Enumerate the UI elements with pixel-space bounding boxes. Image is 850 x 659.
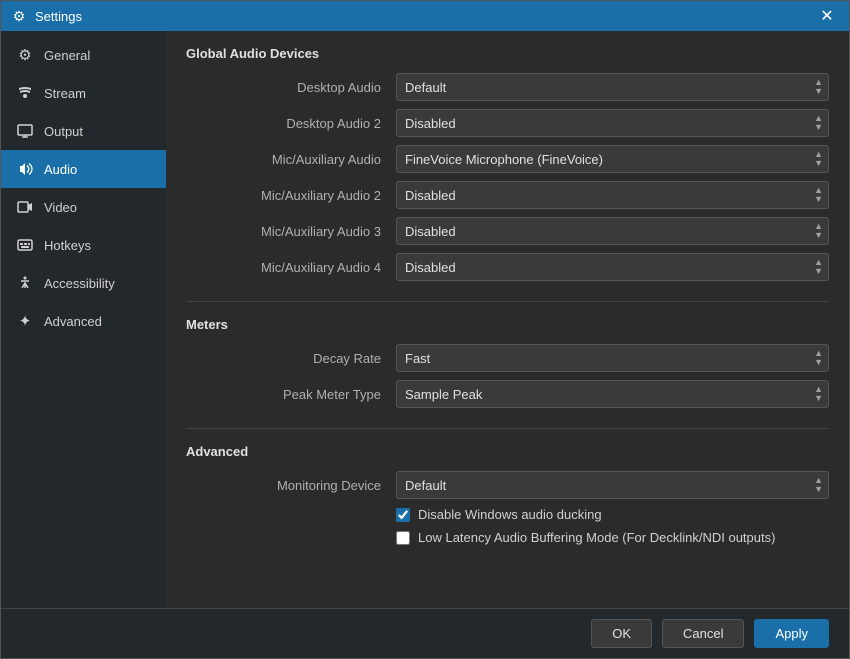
- desktop-audio-select-wrapper: Default Disabled ▲▼: [396, 73, 829, 101]
- title-bar-left: ⚙ Settings: [11, 8, 82, 24]
- audio-icon: [16, 160, 34, 178]
- sidebar-item-accessibility[interactable]: Accessibility: [1, 264, 166, 302]
- peak-meter-row: Peak Meter Type Sample Peak True Peak ▲▼: [186, 380, 829, 408]
- disable-ducking-checkbox[interactable]: [396, 508, 410, 522]
- apply-button[interactable]: Apply: [754, 619, 829, 648]
- decay-rate-select-wrapper: Fast Medium Slow ▲▼: [396, 344, 829, 372]
- mic-audio3-row: Mic/Auxiliary Audio 3 Disabled Default ▲…: [186, 217, 829, 245]
- sidebar-label-audio: Audio: [44, 162, 77, 177]
- advanced-section: Advanced Monitoring Device Default ▲▼: [186, 444, 829, 545]
- disable-ducking-label[interactable]: Disable Windows audio ducking: [418, 507, 602, 522]
- sidebar-item-stream[interactable]: Stream: [1, 74, 166, 112]
- desktop-audio2-select[interactable]: Disabled Default: [396, 109, 829, 137]
- desktop-audio-row: Desktop Audio Default Disabled ▲▼: [186, 73, 829, 101]
- sidebar-label-accessibility: Accessibility: [44, 276, 115, 291]
- mic-audio-select[interactable]: FineVoice Microphone (FineVoice) Disable…: [396, 145, 829, 173]
- monitoring-device-select[interactable]: Default: [396, 471, 829, 499]
- sidebar-label-advanced: Advanced: [44, 314, 102, 329]
- main-content: ⚙ General Stream: [1, 31, 849, 608]
- mic-audio3-select-wrapper: Disabled Default ▲▼: [396, 217, 829, 245]
- sidebar-label-hotkeys: Hotkeys: [44, 238, 91, 253]
- decay-rate-label: Decay Rate: [186, 351, 396, 366]
- global-audio-title: Global Audio Devices: [186, 46, 829, 61]
- mic-audio3-select[interactable]: Disabled Default: [396, 217, 829, 245]
- low-latency-label[interactable]: Low Latency Audio Buffering Mode (For De…: [418, 530, 775, 545]
- peak-meter-select[interactable]: Sample Peak True Peak: [396, 380, 829, 408]
- low-latency-row: Low Latency Audio Buffering Mode (For De…: [186, 530, 829, 545]
- settings-window: ⚙ Settings ✕ ⚙ General Stream: [0, 0, 850, 659]
- divider-2: [186, 428, 829, 429]
- peak-meter-label: Peak Meter Type: [186, 387, 396, 402]
- monitoring-device-label: Monitoring Device: [186, 478, 396, 493]
- output-icon: [16, 122, 34, 140]
- mic-audio2-row: Mic/Auxiliary Audio 2 Disabled Default ▲…: [186, 181, 829, 209]
- peak-meter-select-wrapper: Sample Peak True Peak ▲▼: [396, 380, 829, 408]
- settings-title-icon: ⚙: [11, 8, 27, 24]
- decay-rate-select[interactable]: Fast Medium Slow: [396, 344, 829, 372]
- monitoring-device-select-wrapper: Default ▲▼: [396, 471, 829, 499]
- desktop-audio-label: Desktop Audio: [186, 80, 396, 95]
- mic-audio2-select[interactable]: Disabled Default: [396, 181, 829, 209]
- video-icon: [16, 198, 34, 216]
- sidebar-item-audio[interactable]: Audio: [1, 150, 166, 188]
- desktop-audio2-label: Desktop Audio 2: [186, 116, 396, 131]
- sidebar-item-output[interactable]: Output: [1, 112, 166, 150]
- stream-icon: [16, 84, 34, 102]
- cancel-button[interactable]: Cancel: [662, 619, 744, 648]
- sidebar-item-hotkeys[interactable]: Hotkeys: [1, 226, 166, 264]
- sidebar-item-advanced[interactable]: ✦ Advanced: [1, 302, 166, 340]
- general-icon: ⚙: [16, 46, 34, 64]
- meters-section: Meters Decay Rate Fast Medium Slow ▲▼: [186, 317, 829, 408]
- footer: OK Cancel Apply: [1, 608, 849, 658]
- sidebar-label-video: Video: [44, 200, 77, 215]
- mic-audio3-label: Mic/Auxiliary Audio 3: [186, 224, 396, 239]
- mic-audio-select-wrapper: FineVoice Microphone (FineVoice) Disable…: [396, 145, 829, 173]
- mic-audio4-select[interactable]: Disabled Default: [396, 253, 829, 281]
- mic-audio4-select-wrapper: Disabled Default ▲▼: [396, 253, 829, 281]
- global-audio-section: Global Audio Devices Desktop Audio Defau…: [186, 46, 829, 281]
- sidebar: ⚙ General Stream: [1, 31, 166, 608]
- mic-audio4-row: Mic/Auxiliary Audio 4 Disabled Default ▲…: [186, 253, 829, 281]
- advanced-icon: ✦: [16, 312, 34, 330]
- divider-1: [186, 301, 829, 302]
- mic-audio4-label: Mic/Auxiliary Audio 4: [186, 260, 396, 275]
- mic-audio2-select-wrapper: Disabled Default ▲▼: [396, 181, 829, 209]
- hotkeys-icon: [16, 236, 34, 254]
- accessibility-icon: [16, 274, 34, 292]
- advanced-title: Advanced: [186, 444, 829, 459]
- sidebar-item-video[interactable]: Video: [1, 188, 166, 226]
- decay-rate-row: Decay Rate Fast Medium Slow ▲▼: [186, 344, 829, 372]
- desktop-audio2-row: Desktop Audio 2 Disabled Default ▲▼: [186, 109, 829, 137]
- settings-panel: Global Audio Devices Desktop Audio Defau…: [166, 31, 849, 608]
- disable-ducking-row: Disable Windows audio ducking: [186, 507, 829, 522]
- mic-audio-label: Mic/Auxiliary Audio: [186, 152, 396, 167]
- mic-audio-row: Mic/Auxiliary Audio FineVoice Microphone…: [186, 145, 829, 173]
- sidebar-item-general[interactable]: ⚙ General: [1, 36, 166, 74]
- sidebar-label-general: General: [44, 48, 90, 63]
- meters-title: Meters: [186, 317, 829, 332]
- desktop-audio2-select-wrapper: Disabled Default ▲▼: [396, 109, 829, 137]
- ok-button[interactable]: OK: [591, 619, 652, 648]
- monitoring-device-row: Monitoring Device Default ▲▼: [186, 471, 829, 499]
- desktop-audio-select[interactable]: Default Disabled: [396, 73, 829, 101]
- sidebar-label-output: Output: [44, 124, 83, 139]
- close-button[interactable]: ✕: [815, 4, 839, 28]
- mic-audio2-label: Mic/Auxiliary Audio 2: [186, 188, 396, 203]
- low-latency-checkbox[interactable]: [396, 531, 410, 545]
- title-bar: ⚙ Settings ✕: [1, 1, 849, 31]
- window-title: Settings: [35, 9, 82, 24]
- sidebar-label-stream: Stream: [44, 86, 86, 101]
